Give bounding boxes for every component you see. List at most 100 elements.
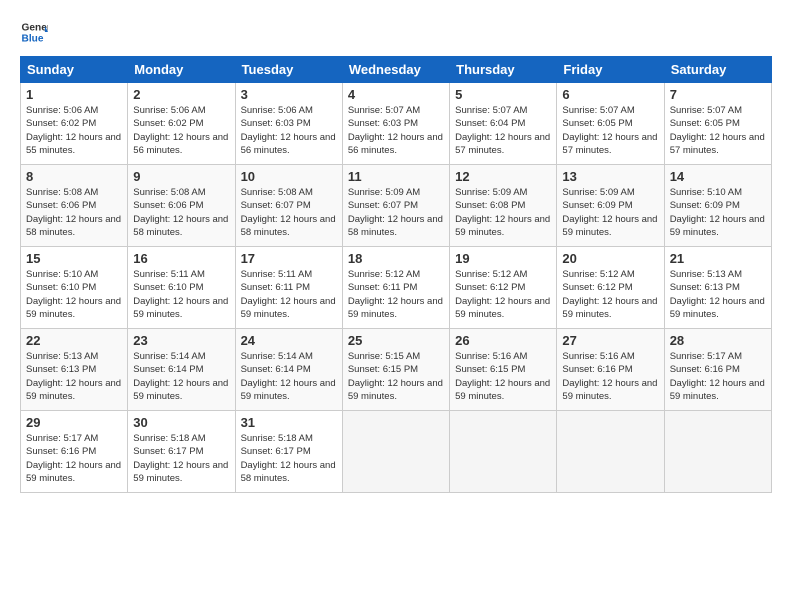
day-info: Sunrise: 5:09 AMSunset: 6:08 PMDaylight:…	[455, 186, 551, 239]
day-info: Sunrise: 5:17 AMSunset: 6:16 PMDaylight:…	[26, 432, 122, 485]
day-info: Sunrise: 5:18 AMSunset: 6:17 PMDaylight:…	[133, 432, 229, 485]
table-row: 17 Sunrise: 5:11 AMSunset: 6:11 PMDayligh…	[235, 247, 342, 329]
day-info: Sunrise: 5:07 AMSunset: 6:04 PMDaylight:…	[455, 104, 551, 157]
table-row: 26 Sunrise: 5:16 AMSunset: 6:15 PMDayligh…	[450, 329, 557, 411]
day-info: Sunrise: 5:06 AMSunset: 6:03 PMDaylight:…	[241, 104, 337, 157]
day-info: Sunrise: 5:07 AMSunset: 6:05 PMDaylight:…	[670, 104, 766, 157]
table-row: 19 Sunrise: 5:12 AMSunset: 6:12 PMDayligh…	[450, 247, 557, 329]
day-number: 13	[562, 169, 658, 184]
table-row: 13Sunrise: 5:09 AMSunset: 6:09 PMDayligh…	[557, 165, 664, 247]
day-info: Sunrise: 5:10 AMSunset: 6:10 PMDaylight:…	[26, 268, 122, 321]
calendar-week-1: 1Sunrise: 5:06 AMSunset: 6:02 PMDaylight…	[21, 83, 772, 165]
table-row: 3Sunrise: 5:06 AMSunset: 6:03 PMDaylight…	[235, 83, 342, 165]
day-number: 18	[348, 251, 444, 266]
col-thursday: Thursday	[450, 57, 557, 83]
table-row: 24 Sunrise: 5:14 AMSunset: 6:14 PMDayligh…	[235, 329, 342, 411]
day-number: 26	[455, 333, 551, 348]
table-row: 2 Sunrise: 5:06 AMSunset: 6:02 PMDaylight…	[128, 83, 235, 165]
col-monday: Monday	[128, 57, 235, 83]
day-number: 12	[455, 169, 551, 184]
day-info: Sunrise: 5:06 AMSunset: 6:02 PMDaylight:…	[133, 104, 229, 157]
calendar-week-4: 22 Sunrise: 5:13 AMSunset: 6:13 PMDayligh…	[21, 329, 772, 411]
table-row: 23 Sunrise: 5:14 AMSunset: 6:14 PMDayligh…	[128, 329, 235, 411]
table-row: 1Sunrise: 5:06 AMSunset: 6:02 PMDaylight…	[21, 83, 128, 165]
day-info: Sunrise: 5:10 AMSunset: 6:09 PMDaylight:…	[670, 186, 766, 239]
day-info: Sunrise: 5:16 AMSunset: 6:16 PMDaylight:…	[562, 350, 658, 403]
table-row: 21 Sunrise: 5:13 AMSunset: 6:13 PMDayligh…	[664, 247, 771, 329]
day-info: Sunrise: 5:14 AMSunset: 6:14 PMDaylight:…	[133, 350, 229, 403]
day-number: 16	[133, 251, 229, 266]
day-number: 5	[455, 87, 551, 102]
day-number: 2	[133, 87, 229, 102]
table-row	[342, 411, 449, 493]
day-info: Sunrise: 5:09 AMSunset: 6:07 PMDaylight:…	[348, 186, 444, 239]
day-info: Sunrise: 5:18 AMSunset: 6:17 PMDaylight:…	[241, 432, 337, 485]
day-number: 8	[26, 169, 122, 184]
header: General Blue	[20, 18, 772, 46]
day-number: 21	[670, 251, 766, 266]
table-row: 5 Sunrise: 5:07 AMSunset: 6:04 PMDaylight…	[450, 83, 557, 165]
table-row: 20Sunrise: 5:12 AMSunset: 6:12 PMDayligh…	[557, 247, 664, 329]
day-info: Sunrise: 5:13 AMSunset: 6:13 PMDaylight:…	[26, 350, 122, 403]
day-number: 31	[241, 415, 337, 430]
table-row	[664, 411, 771, 493]
calendar-week-2: 8 Sunrise: 5:08 AMSunset: 6:06 PMDaylight…	[21, 165, 772, 247]
day-number: 23	[133, 333, 229, 348]
table-row: 14 Sunrise: 5:10 AMSunset: 6:09 PMDayligh…	[664, 165, 771, 247]
day-number: 17	[241, 251, 337, 266]
day-number: 22	[26, 333, 122, 348]
col-sunday: Sunday	[21, 57, 128, 83]
table-row: 18Sunrise: 5:12 AMSunset: 6:11 PMDayligh…	[342, 247, 449, 329]
table-row: 7 Sunrise: 5:07 AMSunset: 6:05 PMDaylight…	[664, 83, 771, 165]
table-row: 16 Sunrise: 5:11 AMSunset: 6:10 PMDayligh…	[128, 247, 235, 329]
logo: General Blue	[20, 18, 52, 46]
day-info: Sunrise: 5:13 AMSunset: 6:13 PMDaylight:…	[670, 268, 766, 321]
table-row: 29 Sunrise: 5:17 AMSunset: 6:16 PMDayligh…	[21, 411, 128, 493]
col-saturday: Saturday	[664, 57, 771, 83]
day-number: 7	[670, 87, 766, 102]
day-number: 19	[455, 251, 551, 266]
day-info: Sunrise: 5:11 AMSunset: 6:10 PMDaylight:…	[133, 268, 229, 321]
logo-icon: General Blue	[20, 18, 48, 46]
day-info: Sunrise: 5:11 AMSunset: 6:11 PMDaylight:…	[241, 268, 337, 321]
day-info: Sunrise: 5:17 AMSunset: 6:16 PMDaylight:…	[670, 350, 766, 403]
table-row: 11Sunrise: 5:09 AMSunset: 6:07 PMDayligh…	[342, 165, 449, 247]
day-info: Sunrise: 5:08 AMSunset: 6:06 PMDaylight:…	[26, 186, 122, 239]
day-info: Sunrise: 5:16 AMSunset: 6:15 PMDaylight:…	[455, 350, 551, 403]
table-row: 27Sunrise: 5:16 AMSunset: 6:16 PMDayligh…	[557, 329, 664, 411]
day-info: Sunrise: 5:15 AMSunset: 6:15 PMDaylight:…	[348, 350, 444, 403]
table-row	[557, 411, 664, 493]
day-info: Sunrise: 5:08 AMSunset: 6:06 PMDaylight:…	[133, 186, 229, 239]
table-row: 30 Sunrise: 5:18 AMSunset: 6:17 PMDayligh…	[128, 411, 235, 493]
table-row: 15 Sunrise: 5:10 AMSunset: 6:10 PMDayligh…	[21, 247, 128, 329]
table-row: 22 Sunrise: 5:13 AMSunset: 6:13 PMDayligh…	[21, 329, 128, 411]
day-info: Sunrise: 5:07 AMSunset: 6:05 PMDaylight:…	[562, 104, 658, 157]
day-number: 15	[26, 251, 122, 266]
day-number: 14	[670, 169, 766, 184]
day-number: 29	[26, 415, 122, 430]
calendar-week-3: 15 Sunrise: 5:10 AMSunset: 6:10 PMDayligh…	[21, 247, 772, 329]
calendar-table: Sunday Monday Tuesday Wednesday Thursday…	[20, 56, 772, 493]
table-row: 9 Sunrise: 5:08 AMSunset: 6:06 PMDaylight…	[128, 165, 235, 247]
table-row: 4Sunrise: 5:07 AMSunset: 6:03 PMDaylight…	[342, 83, 449, 165]
day-info: Sunrise: 5:12 AMSunset: 6:12 PMDaylight:…	[562, 268, 658, 321]
day-info: Sunrise: 5:06 AMSunset: 6:02 PMDaylight:…	[26, 104, 122, 157]
day-number: 9	[133, 169, 229, 184]
day-number: 28	[670, 333, 766, 348]
svg-text:General: General	[22, 22, 48, 33]
col-tuesday: Tuesday	[235, 57, 342, 83]
day-info: Sunrise: 5:14 AMSunset: 6:14 PMDaylight:…	[241, 350, 337, 403]
day-number: 25	[348, 333, 444, 348]
day-number: 10	[241, 169, 337, 184]
day-info: Sunrise: 5:12 AMSunset: 6:12 PMDaylight:…	[455, 268, 551, 321]
day-number: 24	[241, 333, 337, 348]
table-row: 12 Sunrise: 5:09 AMSunset: 6:08 PMDayligh…	[450, 165, 557, 247]
col-wednesday: Wednesday	[342, 57, 449, 83]
day-number: 30	[133, 415, 229, 430]
calendar-week-5: 29 Sunrise: 5:17 AMSunset: 6:16 PMDayligh…	[21, 411, 772, 493]
page: General Blue Sunday Monday Tuesday Wedne…	[0, 0, 792, 612]
day-info: Sunrise: 5:08 AMSunset: 6:07 PMDaylight:…	[241, 186, 337, 239]
day-info: Sunrise: 5:07 AMSunset: 6:03 PMDaylight:…	[348, 104, 444, 157]
header-row: Sunday Monday Tuesday Wednesday Thursday…	[21, 57, 772, 83]
table-row: 8 Sunrise: 5:08 AMSunset: 6:06 PMDaylight…	[21, 165, 128, 247]
